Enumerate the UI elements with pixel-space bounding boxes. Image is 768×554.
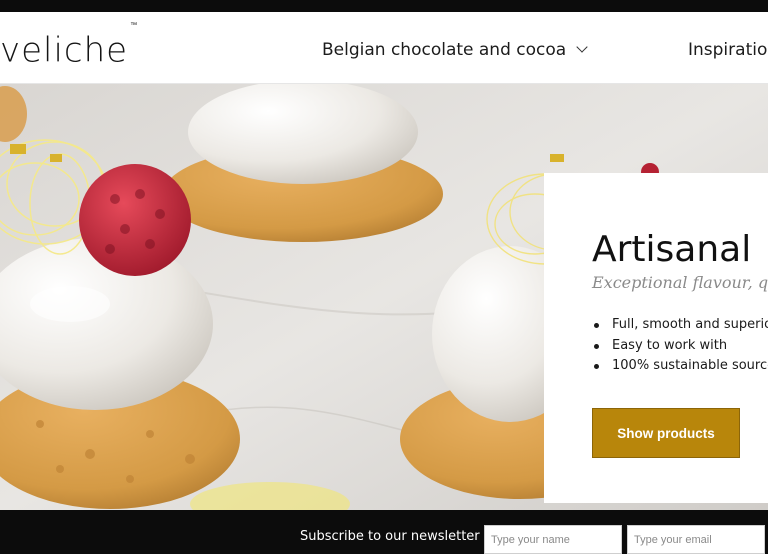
site-header: veliche™ Belgian chocolate and cocoa Ins… — [0, 12, 768, 84]
feature-item: 100% sustainable source — [594, 356, 768, 377]
brand-logo[interactable]: veliche™ — [0, 21, 137, 71]
product-card: Artisanal Exceptional flavour, qu Full, … — [544, 173, 768, 503]
newsletter-label: Subscribe to our newsletter — [300, 529, 480, 544]
newsletter-bar: Subscribe to our newsletter — [0, 510, 768, 554]
email-field[interactable] — [627, 525, 765, 554]
nav-item-label: Inspiration — [688, 40, 768, 60]
nav-item-inspiration[interactable]: Inspiration — [688, 39, 768, 61]
logo-text: veliche — [0, 30, 129, 71]
name-field[interactable] — [484, 525, 622, 554]
top-strip — [0, 0, 768, 12]
trademark-mark: ™ — [130, 21, 138, 29]
card-subtitle: Exceptional flavour, qu — [592, 273, 768, 292]
feature-item: Full, smooth and superio — [594, 315, 768, 336]
nav-item-label: Belgian chocolate and cocoa — [322, 40, 567, 60]
show-products-button[interactable]: Show products — [592, 408, 740, 458]
feature-list: Full, smooth and superio Easy to work wi… — [594, 315, 768, 377]
card-title: Artisanal — [592, 229, 752, 270]
feature-item: Easy to work with — [594, 336, 768, 357]
nav-item-belgian-chocolate[interactable]: Belgian chocolate and cocoa — [322, 39, 588, 61]
chevron-down-icon — [576, 41, 588, 53]
